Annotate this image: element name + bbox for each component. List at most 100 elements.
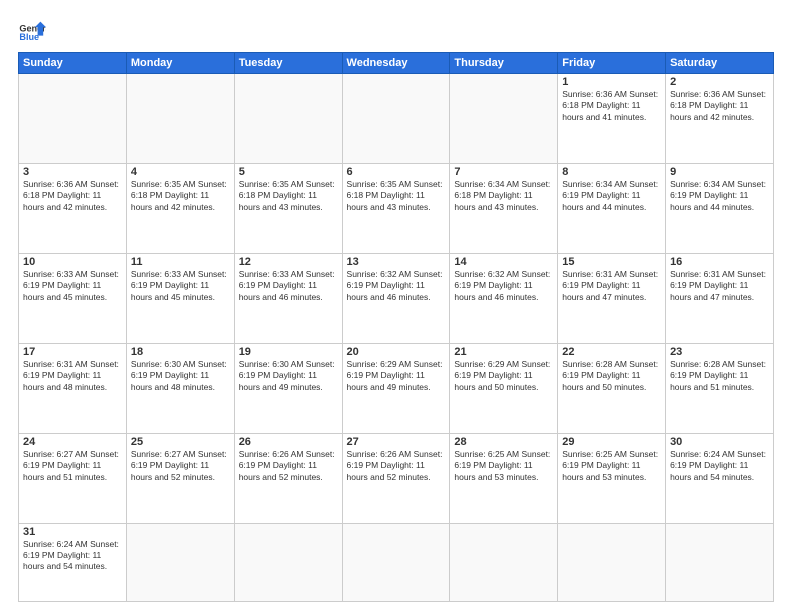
weekday-header-thursday: Thursday xyxy=(450,53,558,74)
day-number: 17 xyxy=(23,346,122,358)
calendar-week-row: 1Sunrise: 6:36 AM Sunset: 6:18 PM Daylig… xyxy=(19,74,774,164)
day-number: 4 xyxy=(131,166,230,178)
day-number: 27 xyxy=(347,436,446,448)
day-info: Sunrise: 6:26 AM Sunset: 6:19 PM Dayligh… xyxy=(239,449,338,483)
logo: General Blue xyxy=(18,16,46,44)
day-number: 14 xyxy=(454,256,553,268)
day-number: 29 xyxy=(562,436,661,448)
calendar-cell: 27Sunrise: 6:26 AM Sunset: 6:19 PM Dayli… xyxy=(342,433,450,523)
calendar-week-row: 17Sunrise: 6:31 AM Sunset: 6:19 PM Dayli… xyxy=(19,343,774,433)
calendar-cell: 28Sunrise: 6:25 AM Sunset: 6:19 PM Dayli… xyxy=(450,433,558,523)
weekday-header-monday: Monday xyxy=(126,53,234,74)
calendar-cell: 15Sunrise: 6:31 AM Sunset: 6:19 PM Dayli… xyxy=(558,253,666,343)
day-number: 24 xyxy=(23,436,122,448)
calendar-cell xyxy=(450,74,558,164)
calendar-cell xyxy=(558,523,666,601)
calendar-week-row: 3Sunrise: 6:36 AM Sunset: 6:18 PM Daylig… xyxy=(19,163,774,253)
weekday-header-friday: Friday xyxy=(558,53,666,74)
day-number: 5 xyxy=(239,166,338,178)
day-number: 1 xyxy=(562,76,661,88)
day-number: 31 xyxy=(23,526,122,538)
calendar-cell xyxy=(342,74,450,164)
calendar-cell xyxy=(234,74,342,164)
calendar-cell xyxy=(450,523,558,601)
day-info: Sunrise: 6:28 AM Sunset: 6:19 PM Dayligh… xyxy=(670,359,769,393)
calendar-cell: 16Sunrise: 6:31 AM Sunset: 6:19 PM Dayli… xyxy=(666,253,774,343)
calendar-cell: 23Sunrise: 6:28 AM Sunset: 6:19 PM Dayli… xyxy=(666,343,774,433)
day-info: Sunrise: 6:33 AM Sunset: 6:19 PM Dayligh… xyxy=(239,269,338,303)
calendar-cell: 13Sunrise: 6:32 AM Sunset: 6:19 PM Dayli… xyxy=(342,253,450,343)
day-number: 13 xyxy=(347,256,446,268)
day-info: Sunrise: 6:34 AM Sunset: 6:19 PM Dayligh… xyxy=(670,179,769,213)
day-number: 2 xyxy=(670,76,769,88)
day-number: 6 xyxy=(347,166,446,178)
day-info: Sunrise: 6:31 AM Sunset: 6:19 PM Dayligh… xyxy=(670,269,769,303)
day-info: Sunrise: 6:35 AM Sunset: 6:18 PM Dayligh… xyxy=(347,179,446,213)
calendar-cell: 10Sunrise: 6:33 AM Sunset: 6:19 PM Dayli… xyxy=(19,253,127,343)
day-info: Sunrise: 6:26 AM Sunset: 6:19 PM Dayligh… xyxy=(347,449,446,483)
calendar-cell: 7Sunrise: 6:34 AM Sunset: 6:18 PM Daylig… xyxy=(450,163,558,253)
day-info: Sunrise: 6:31 AM Sunset: 6:19 PM Dayligh… xyxy=(23,359,122,393)
page: General Blue SundayMondayTuesdayWednesda… xyxy=(0,0,792,612)
day-info: Sunrise: 6:36 AM Sunset: 6:18 PM Dayligh… xyxy=(670,89,769,123)
calendar-table: SundayMondayTuesdayWednesdayThursdayFrid… xyxy=(18,52,774,602)
day-number: 30 xyxy=(670,436,769,448)
day-number: 3 xyxy=(23,166,122,178)
day-info: Sunrise: 6:25 AM Sunset: 6:19 PM Dayligh… xyxy=(562,449,661,483)
day-number: 22 xyxy=(562,346,661,358)
day-number: 19 xyxy=(239,346,338,358)
day-info: Sunrise: 6:34 AM Sunset: 6:19 PM Dayligh… xyxy=(562,179,661,213)
calendar-cell: 26Sunrise: 6:26 AM Sunset: 6:19 PM Dayli… xyxy=(234,433,342,523)
calendar-cell xyxy=(666,523,774,601)
day-info: Sunrise: 6:36 AM Sunset: 6:18 PM Dayligh… xyxy=(562,89,661,123)
day-info: Sunrise: 6:34 AM Sunset: 6:18 PM Dayligh… xyxy=(454,179,553,213)
day-number: 26 xyxy=(239,436,338,448)
day-number: 9 xyxy=(670,166,769,178)
calendar-cell: 25Sunrise: 6:27 AM Sunset: 6:19 PM Dayli… xyxy=(126,433,234,523)
svg-text:Blue: Blue xyxy=(19,32,39,42)
calendar-cell xyxy=(342,523,450,601)
calendar-cell: 30Sunrise: 6:24 AM Sunset: 6:19 PM Dayli… xyxy=(666,433,774,523)
day-number: 18 xyxy=(131,346,230,358)
header: General Blue xyxy=(18,16,774,44)
day-info: Sunrise: 6:30 AM Sunset: 6:19 PM Dayligh… xyxy=(239,359,338,393)
day-info: Sunrise: 6:29 AM Sunset: 6:19 PM Dayligh… xyxy=(454,359,553,393)
calendar-cell: 2Sunrise: 6:36 AM Sunset: 6:18 PM Daylig… xyxy=(666,74,774,164)
day-number: 8 xyxy=(562,166,661,178)
calendar-cell xyxy=(126,523,234,601)
calendar-cell: 1Sunrise: 6:36 AM Sunset: 6:18 PM Daylig… xyxy=(558,74,666,164)
day-info: Sunrise: 6:29 AM Sunset: 6:19 PM Dayligh… xyxy=(347,359,446,393)
calendar-cell xyxy=(234,523,342,601)
day-number: 20 xyxy=(347,346,446,358)
day-info: Sunrise: 6:32 AM Sunset: 6:19 PM Dayligh… xyxy=(347,269,446,303)
calendar-cell: 5Sunrise: 6:35 AM Sunset: 6:18 PM Daylig… xyxy=(234,163,342,253)
day-info: Sunrise: 6:27 AM Sunset: 6:19 PM Dayligh… xyxy=(23,449,122,483)
calendar-cell: 12Sunrise: 6:33 AM Sunset: 6:19 PM Dayli… xyxy=(234,253,342,343)
calendar-cell: 22Sunrise: 6:28 AM Sunset: 6:19 PM Dayli… xyxy=(558,343,666,433)
day-info: Sunrise: 6:30 AM Sunset: 6:19 PM Dayligh… xyxy=(131,359,230,393)
day-info: Sunrise: 6:31 AM Sunset: 6:19 PM Dayligh… xyxy=(562,269,661,303)
weekday-header-saturday: Saturday xyxy=(666,53,774,74)
calendar-cell: 11Sunrise: 6:33 AM Sunset: 6:19 PM Dayli… xyxy=(126,253,234,343)
weekday-header-tuesday: Tuesday xyxy=(234,53,342,74)
calendar-week-row: 31Sunrise: 6:24 AM Sunset: 6:19 PM Dayli… xyxy=(19,523,774,601)
day-info: Sunrise: 6:33 AM Sunset: 6:19 PM Dayligh… xyxy=(23,269,122,303)
day-number: 15 xyxy=(562,256,661,268)
day-number: 10 xyxy=(23,256,122,268)
calendar-cell: 29Sunrise: 6:25 AM Sunset: 6:19 PM Dayli… xyxy=(558,433,666,523)
calendar-cell: 3Sunrise: 6:36 AM Sunset: 6:18 PM Daylig… xyxy=(19,163,127,253)
day-info: Sunrise: 6:27 AM Sunset: 6:19 PM Dayligh… xyxy=(131,449,230,483)
calendar-cell: 24Sunrise: 6:27 AM Sunset: 6:19 PM Dayli… xyxy=(19,433,127,523)
day-info: Sunrise: 6:24 AM Sunset: 6:19 PM Dayligh… xyxy=(23,539,122,573)
calendar-cell: 8Sunrise: 6:34 AM Sunset: 6:19 PM Daylig… xyxy=(558,163,666,253)
calendar-cell: 19Sunrise: 6:30 AM Sunset: 6:19 PM Dayli… xyxy=(234,343,342,433)
day-number: 23 xyxy=(670,346,769,358)
calendar-cell xyxy=(19,74,127,164)
day-info: Sunrise: 6:33 AM Sunset: 6:19 PM Dayligh… xyxy=(131,269,230,303)
calendar-header-row: SundayMondayTuesdayWednesdayThursdayFrid… xyxy=(19,53,774,74)
day-info: Sunrise: 6:35 AM Sunset: 6:18 PM Dayligh… xyxy=(131,179,230,213)
calendar-cell xyxy=(126,74,234,164)
calendar-cell: 20Sunrise: 6:29 AM Sunset: 6:19 PM Dayli… xyxy=(342,343,450,433)
calendar-cell: 9Sunrise: 6:34 AM Sunset: 6:19 PM Daylig… xyxy=(666,163,774,253)
day-number: 7 xyxy=(454,166,553,178)
